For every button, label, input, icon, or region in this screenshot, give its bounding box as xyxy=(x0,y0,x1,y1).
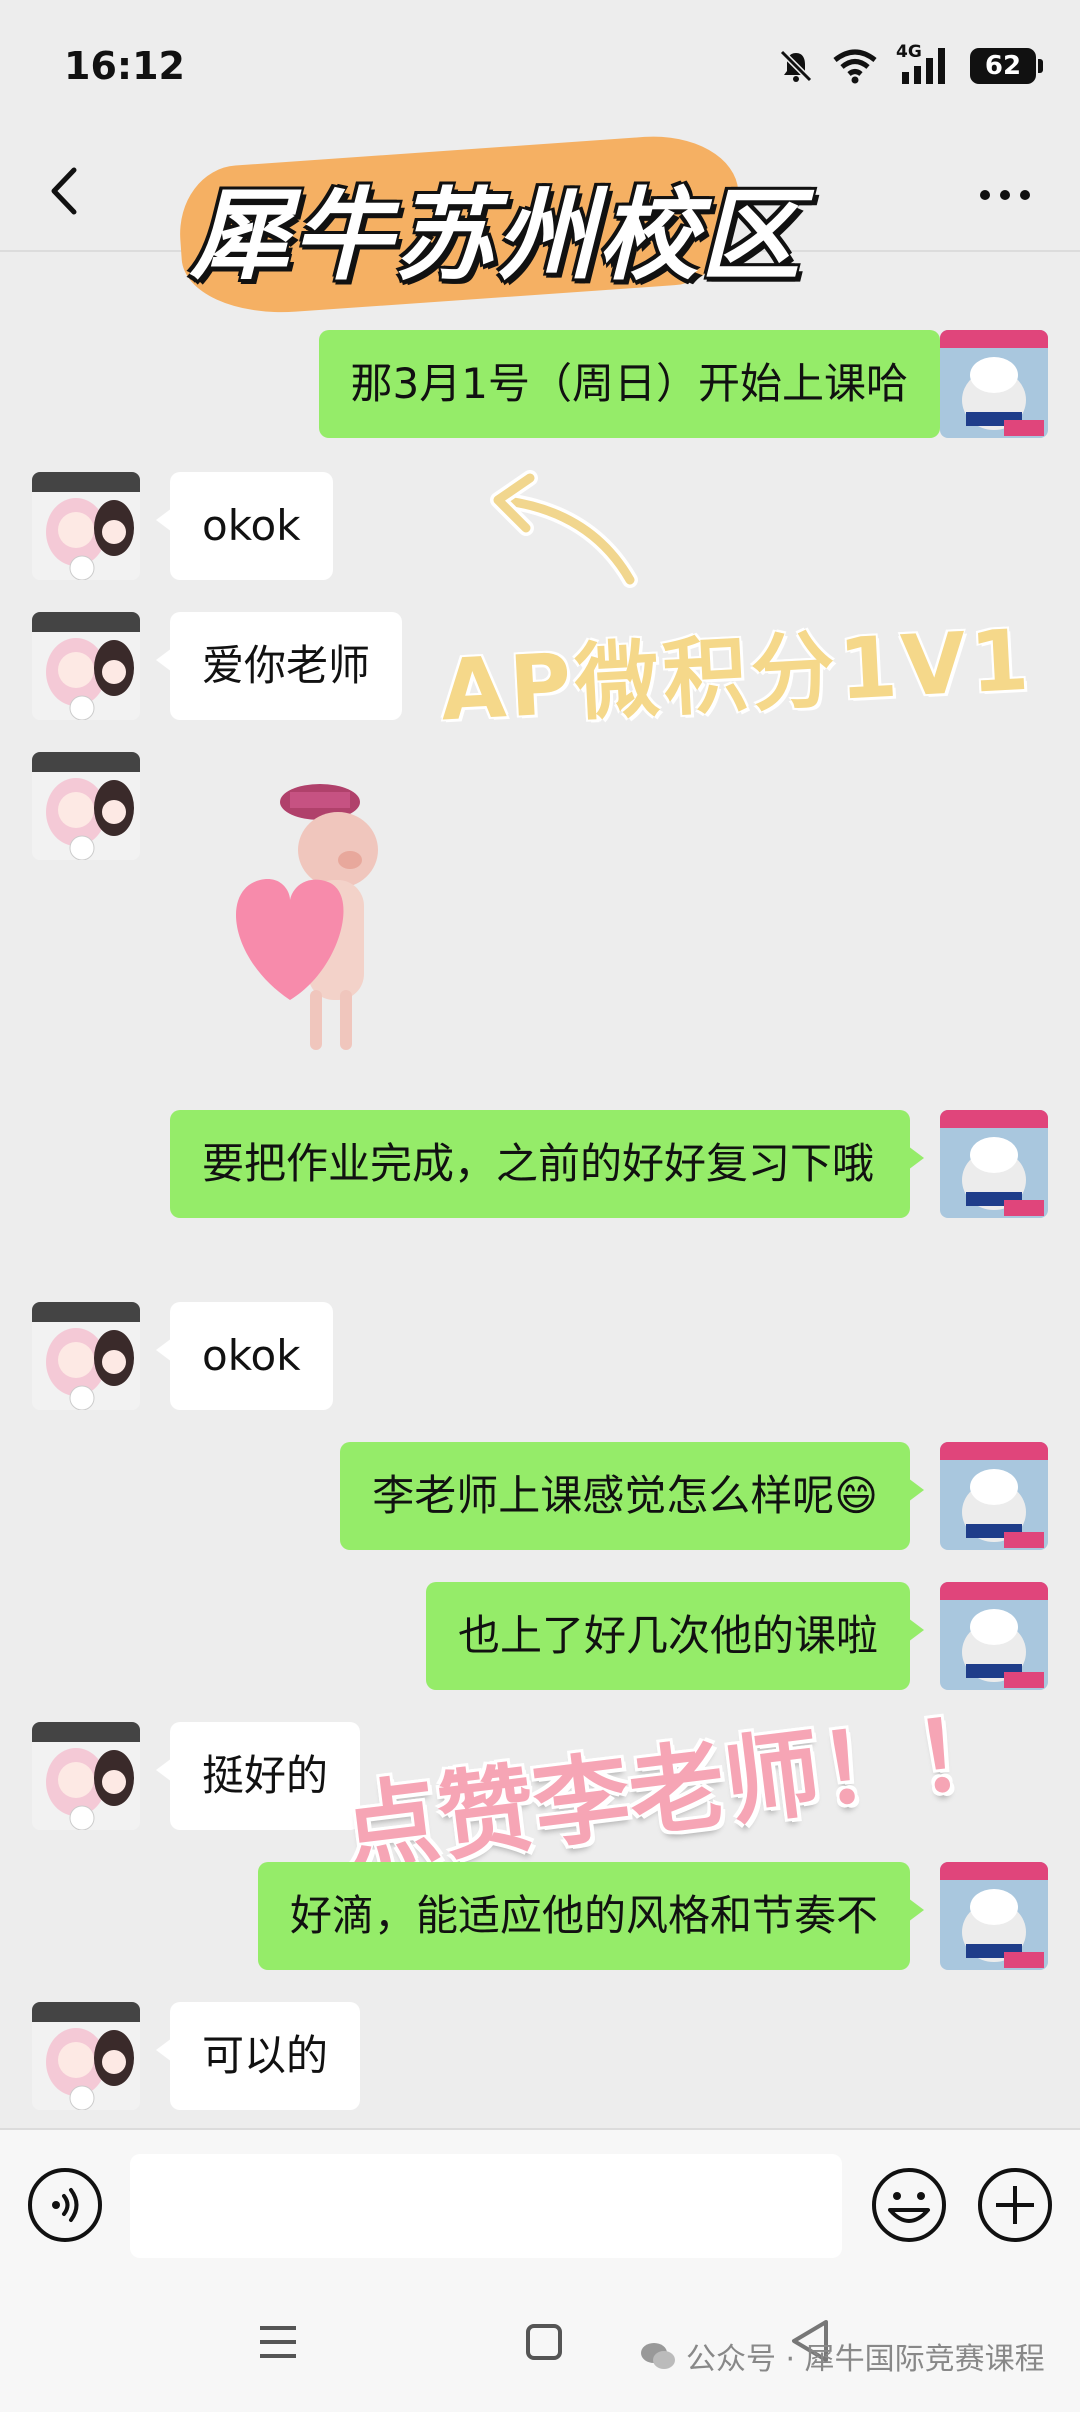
status-icons: 4G 62 xyxy=(778,42,1043,86)
contact-avatar[interactable] xyxy=(32,1302,140,1410)
more-options-button[interactable] xyxy=(980,180,1040,210)
more-actions-plus-button[interactable] xyxy=(976,2166,1054,2244)
my-avatar[interactable] xyxy=(940,1862,1048,1970)
message-bubble-received[interactable]: 爱你老师 xyxy=(155,612,403,720)
dot-icon xyxy=(980,190,990,200)
chat-title: 犀牛苏州校区 xyxy=(190,177,802,294)
mute-icon xyxy=(779,49,813,83)
recent-apps-button[interactable] xyxy=(258,2322,298,2362)
contact-avatar[interactable] xyxy=(32,2002,140,2110)
home-button[interactable] xyxy=(526,2324,562,2360)
wifi-icon xyxy=(833,49,877,84)
ap-caption-overlay: AP微积分1V1 xyxy=(438,610,1035,740)
praise-caption-overlay: 点赞李老师！！ xyxy=(336,1693,1018,1887)
message-bubble-sent[interactable]: 那3月1号（周日）开始上课哈 xyxy=(318,330,955,438)
battery-indicator: 62 xyxy=(970,48,1043,84)
arrow-doodle-icon xyxy=(490,470,638,588)
signal-icon: 4G xyxy=(896,42,952,86)
system-navigation-bar: 公众号 · 犀牛国际竞赛课程 xyxy=(0,2278,1080,2412)
heart-pig-sticker[interactable] xyxy=(220,770,420,1070)
contact-avatar[interactable] xyxy=(32,1722,140,1830)
message-bubble-received[interactable]: okok xyxy=(156,472,333,580)
wechat-icon xyxy=(641,2343,675,2369)
message-bubble-sent[interactable]: 好滴，能适应他的风格和节奏不 xyxy=(257,1862,925,1970)
message-bubble-received[interactable]: 挺好的 xyxy=(155,1722,361,1830)
status-bar: 16:12 4G 62 xyxy=(0,0,1080,140)
back-button[interactable] xyxy=(36,156,90,226)
my-avatar[interactable] xyxy=(940,1110,1048,1218)
contact-avatar[interactable] xyxy=(32,752,140,860)
message-bubble-received[interactable]: 可以的 xyxy=(155,2002,361,2110)
message-bubble-sent[interactable]: 李老师上课感觉怎么样呢😄 xyxy=(340,1442,924,1550)
status-time: 16:12 xyxy=(64,44,185,88)
dot-icon xyxy=(1020,190,1030,200)
contact-avatar[interactable] xyxy=(32,472,140,580)
my-avatar[interactable] xyxy=(940,330,1048,438)
message-bubble-sent[interactable]: 要把作业完成，之前的好好复习下哦 xyxy=(170,1110,924,1218)
chat-header: 犀牛苏州校区 xyxy=(0,130,1080,320)
dot-icon xyxy=(1000,190,1010,200)
watermark-text: 公众号 · 犀牛国际竞赛课程 xyxy=(686,2342,1045,2377)
message-bubble-received[interactable]: okok xyxy=(156,1302,333,1410)
emoji-button[interactable] xyxy=(870,2166,948,2244)
watermark: 公众号 · 犀牛国际竞赛课程 xyxy=(640,2334,1045,2378)
message-input-bar xyxy=(0,2128,1080,2278)
contact-avatar[interactable] xyxy=(32,612,140,720)
voice-input-button[interactable] xyxy=(28,2168,102,2242)
my-avatar[interactable] xyxy=(940,1442,1048,1550)
message-text-input[interactable] xyxy=(130,2154,842,2258)
message-bubble-sent[interactable]: 也上了好几次他的课啦 xyxy=(425,1582,925,1690)
